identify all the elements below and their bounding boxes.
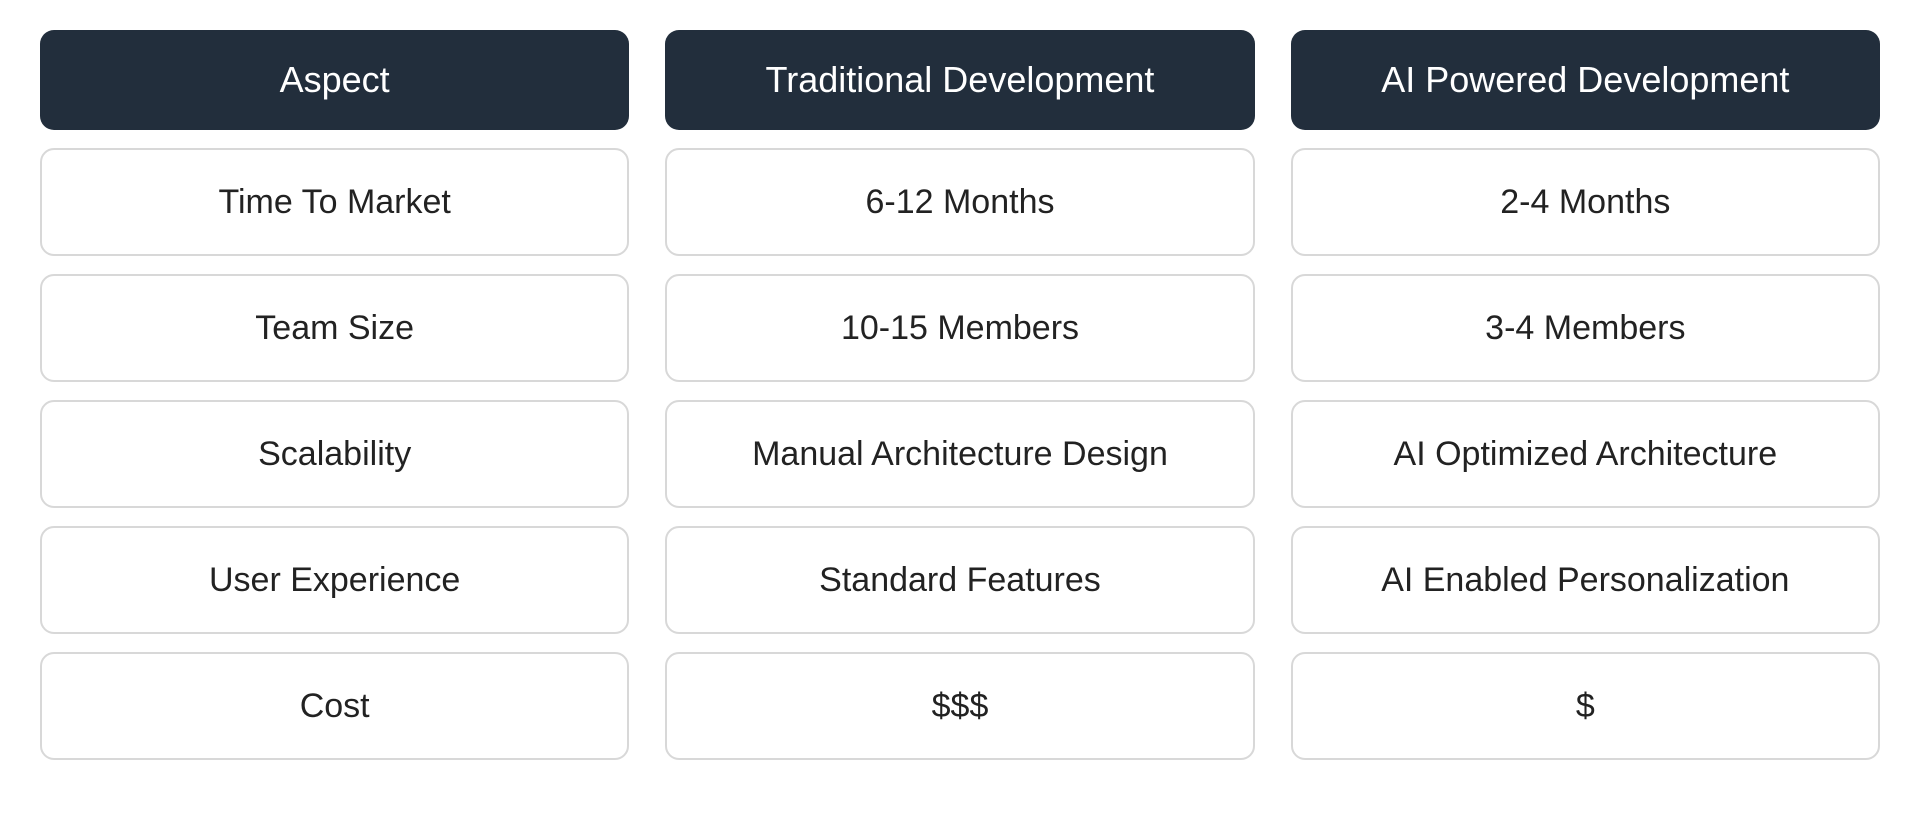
header-aspect: Aspect — [40, 30, 629, 130]
cell-traditional-4: $$$ — [665, 652, 1254, 760]
cell-traditional-3: Standard Features — [665, 526, 1254, 634]
header-ai-powered: AI Powered Development — [1291, 30, 1880, 130]
column-aspect: Aspect Time To Market Team Size Scalabil… — [40, 30, 629, 760]
cell-ai-powered-0: 2-4 Months — [1291, 148, 1880, 256]
cell-traditional-1: 10-15 Members — [665, 274, 1254, 382]
header-traditional: Traditional Development — [665, 30, 1254, 130]
cell-ai-powered-4: $ — [1291, 652, 1880, 760]
cell-aspect-0: Time To Market — [40, 148, 629, 256]
cell-ai-powered-1: 3-4 Members — [1291, 274, 1880, 382]
column-traditional: Traditional Development 6-12 Months 10-1… — [665, 30, 1254, 760]
comparison-table: Aspect Time To Market Team Size Scalabil… — [40, 30, 1880, 760]
cell-ai-powered-3: AI Enabled Personalization — [1291, 526, 1880, 634]
cell-aspect-4: Cost — [40, 652, 629, 760]
cell-traditional-0: 6-12 Months — [665, 148, 1254, 256]
cell-ai-powered-2: AI Optimized Architecture — [1291, 400, 1880, 508]
column-ai-powered: AI Powered Development 2-4 Months 3-4 Me… — [1291, 30, 1880, 760]
cell-aspect-2: Scalability — [40, 400, 629, 508]
cell-aspect-1: Team Size — [40, 274, 629, 382]
cell-traditional-2: Manual Architecture Design — [665, 400, 1254, 508]
cell-aspect-3: User Experience — [40, 526, 629, 634]
